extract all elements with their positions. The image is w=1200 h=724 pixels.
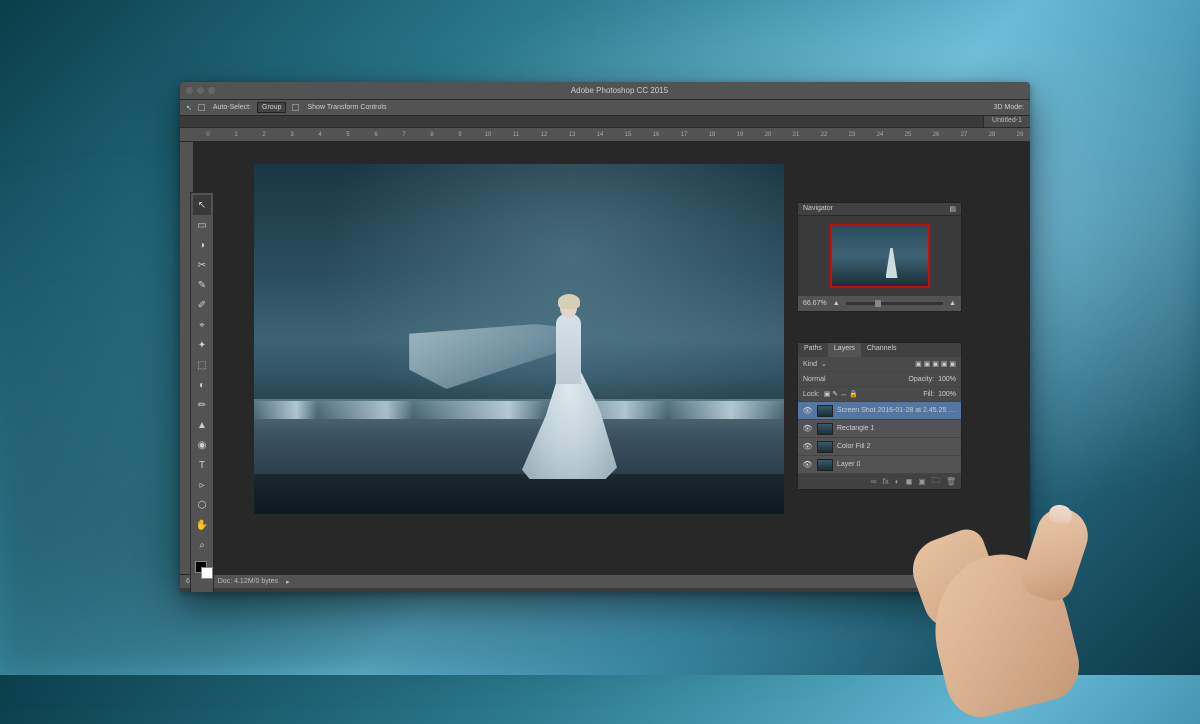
visibility-icon[interactable]: 👁 — [802, 424, 813, 433]
opacity-label: Opacity: — [908, 376, 934, 383]
tab-channels[interactable]: Channels — [861, 343, 903, 357]
layers-blend-row: Normal Opacity: 100% — [798, 372, 961, 387]
layer-row[interactable]: 👁 Rectangle 1 — [798, 420, 961, 438]
app-title: Adobe Photoshop CC 2015 — [215, 86, 1024, 95]
titlebar: Adobe Photoshop CC 2015 — [180, 82, 1030, 100]
tool-14[interactable]: ▹ — [193, 475, 211, 495]
layer-action-icon[interactable]: ▣ — [918, 477, 926, 486]
blend-mode[interactable]: Normal — [803, 376, 826, 383]
window-controls[interactable] — [186, 87, 215, 94]
layer-action-icon[interactable]: fx — [883, 477, 889, 486]
navigator-header: Navigator ▤ — [798, 203, 961, 216]
zoom-in-icon[interactable]: ▲ — [949, 300, 956, 307]
tool-16[interactable]: ✋ — [193, 515, 211, 535]
hand-holding-display — [890, 490, 1100, 675]
tool-13[interactable]: T — [193, 455, 211, 475]
layer-thumb — [817, 423, 833, 435]
move-tool-icon: ↖ — [186, 104, 192, 112]
tool-7[interactable]: ✦ — [193, 335, 211, 355]
layer-name: Layer 0 — [837, 461, 860, 468]
mode-label: 3D Mode: — [994, 104, 1024, 111]
tool-17[interactable]: ⌕ — [193, 535, 211, 555]
navigator-thumbnail[interactable] — [830, 224, 930, 288]
navigator-zoom[interactable]: 66.67% — [803, 300, 827, 307]
visibility-icon[interactable]: 👁 — [802, 460, 813, 469]
tool-11[interactable]: ▲ — [193, 415, 211, 435]
auto-select-label: Auto-Select: — [213, 104, 251, 111]
ruler-horizontal[interactable]: 0123456789101112131415161718192021222324… — [180, 128, 1030, 142]
panel-menu-icon[interactable]: ▤ — [949, 205, 956, 213]
status-arrow-icon[interactable]: ▸ — [286, 578, 290, 586]
transform-label: Show Transform Controls — [307, 104, 386, 111]
navigator-body[interactable] — [798, 216, 961, 296]
tool-6[interactable]: ⌖ — [193, 315, 211, 335]
options-bar: ↖ Auto-Select: Group Show Transform Cont… — [180, 100, 1030, 116]
tool-5[interactable]: ✐ — [193, 295, 211, 315]
navigator-footer: 66.67% ▲ ▲ — [798, 296, 961, 311]
tool-12[interactable]: ◉ — [193, 435, 211, 455]
tool-9[interactable]: ◐ — [193, 375, 211, 395]
color-swatches[interactable] — [193, 559, 211, 583]
zoom-out-icon[interactable]: ▲ — [833, 300, 840, 307]
layer-row[interactable]: 👁 Color Fill 2 — [798, 438, 961, 456]
status-doc: Doc: 4.12M/0 bytes — [218, 578, 278, 585]
tool-10[interactable]: ✏ — [193, 395, 211, 415]
layers-filter-row: Kind ⌄ ▣ ▣ ▣ ▣ ▣ — [798, 357, 961, 372]
layer-row[interactable]: 👁 Screen Shot 2016-01-28 at 2.45.25 PM — [798, 402, 961, 420]
tool-1[interactable]: ▭ — [193, 215, 211, 235]
panel-tabs: PathsLayersChannels — [798, 343, 961, 357]
quick-mask-icon[interactable]: ◐ — [193, 587, 211, 592]
filter-select[interactable]: ⌄ — [821, 360, 827, 368]
canvas[interactable] — [254, 164, 784, 514]
layer-thumb — [817, 459, 833, 471]
tool-8[interactable]: ⬚ — [193, 355, 211, 375]
layer-thumb — [817, 441, 833, 453]
tool-3[interactable]: ✂ — [193, 255, 211, 275]
layer-action-icon[interactable]: 🗀 — [932, 475, 940, 489]
transform-checkbox[interactable] — [292, 104, 299, 111]
layer-action-icon[interactable]: ◐ — [895, 477, 900, 486]
tool-0[interactable]: ↖ — [193, 195, 211, 215]
tab-layers[interactable]: Layers — [828, 343, 861, 357]
layers-footer: ∞ fx ◐ ◼ ▣ 🗀 🗑 — [798, 474, 961, 489]
fill-value[interactable]: 100% — [938, 391, 956, 398]
fill-label: Fill: — [923, 391, 934, 398]
layers-panel[interactable]: PathsLayersChannels Kind ⌄ ▣ ▣ ▣ ▣ ▣ Nor… — [797, 342, 962, 490]
visibility-icon[interactable]: 👁 — [802, 442, 813, 451]
layer-action-icon[interactable]: 🗑 — [946, 477, 956, 486]
navigator-panel[interactable]: Navigator ▤ 66.67% ▲ ▲ — [797, 202, 962, 312]
document-tab[interactable]: Untitled-1 — [983, 116, 1030, 127]
toolbox: ↖▭◑✂✎✐⌖✦⬚◐✏▲◉T▹⬡✋⌕◐▭ — [190, 192, 214, 592]
layer-action-icon[interactable]: ◼ — [906, 477, 913, 486]
auto-select-checkbox[interactable] — [198, 104, 205, 111]
kind-label: Kind — [803, 361, 817, 368]
opacity-value[interactable]: 100% — [938, 376, 956, 383]
tool-15[interactable]: ⬡ — [193, 495, 211, 515]
layers-lock-row: Lock: ▣ ✎ ↔ 🔒 Fill: 100% — [798, 387, 961, 402]
layer-name: Screen Shot 2016-01-28 at 2.45.25 PM — [837, 407, 957, 414]
layer-name: Color Fill 2 — [837, 443, 870, 450]
document-tab-bar: Untitled-1 — [180, 116, 1030, 128]
visibility-icon[interactable]: 👁 — [802, 406, 813, 415]
zoom-slider[interactable] — [846, 302, 943, 305]
layer-row[interactable]: 👁 Layer 0 — [798, 456, 961, 474]
lock-label: Lock: — [803, 391, 820, 398]
layer-action-icon[interactable]: ∞ — [871, 477, 877, 486]
navigator-title: Navigator — [803, 205, 833, 213]
lock-icons[interactable]: ▣ ✎ ↔ 🔒 — [824, 390, 858, 398]
layer-name: Rectangle 1 — [837, 425, 874, 432]
layer-thumb — [817, 405, 833, 417]
auto-select-target[interactable]: Group — [257, 102, 286, 113]
tool-4[interactable]: ✎ — [193, 275, 211, 295]
tab-paths[interactable]: Paths — [798, 343, 828, 357]
tool-2[interactable]: ◑ — [193, 235, 211, 255]
